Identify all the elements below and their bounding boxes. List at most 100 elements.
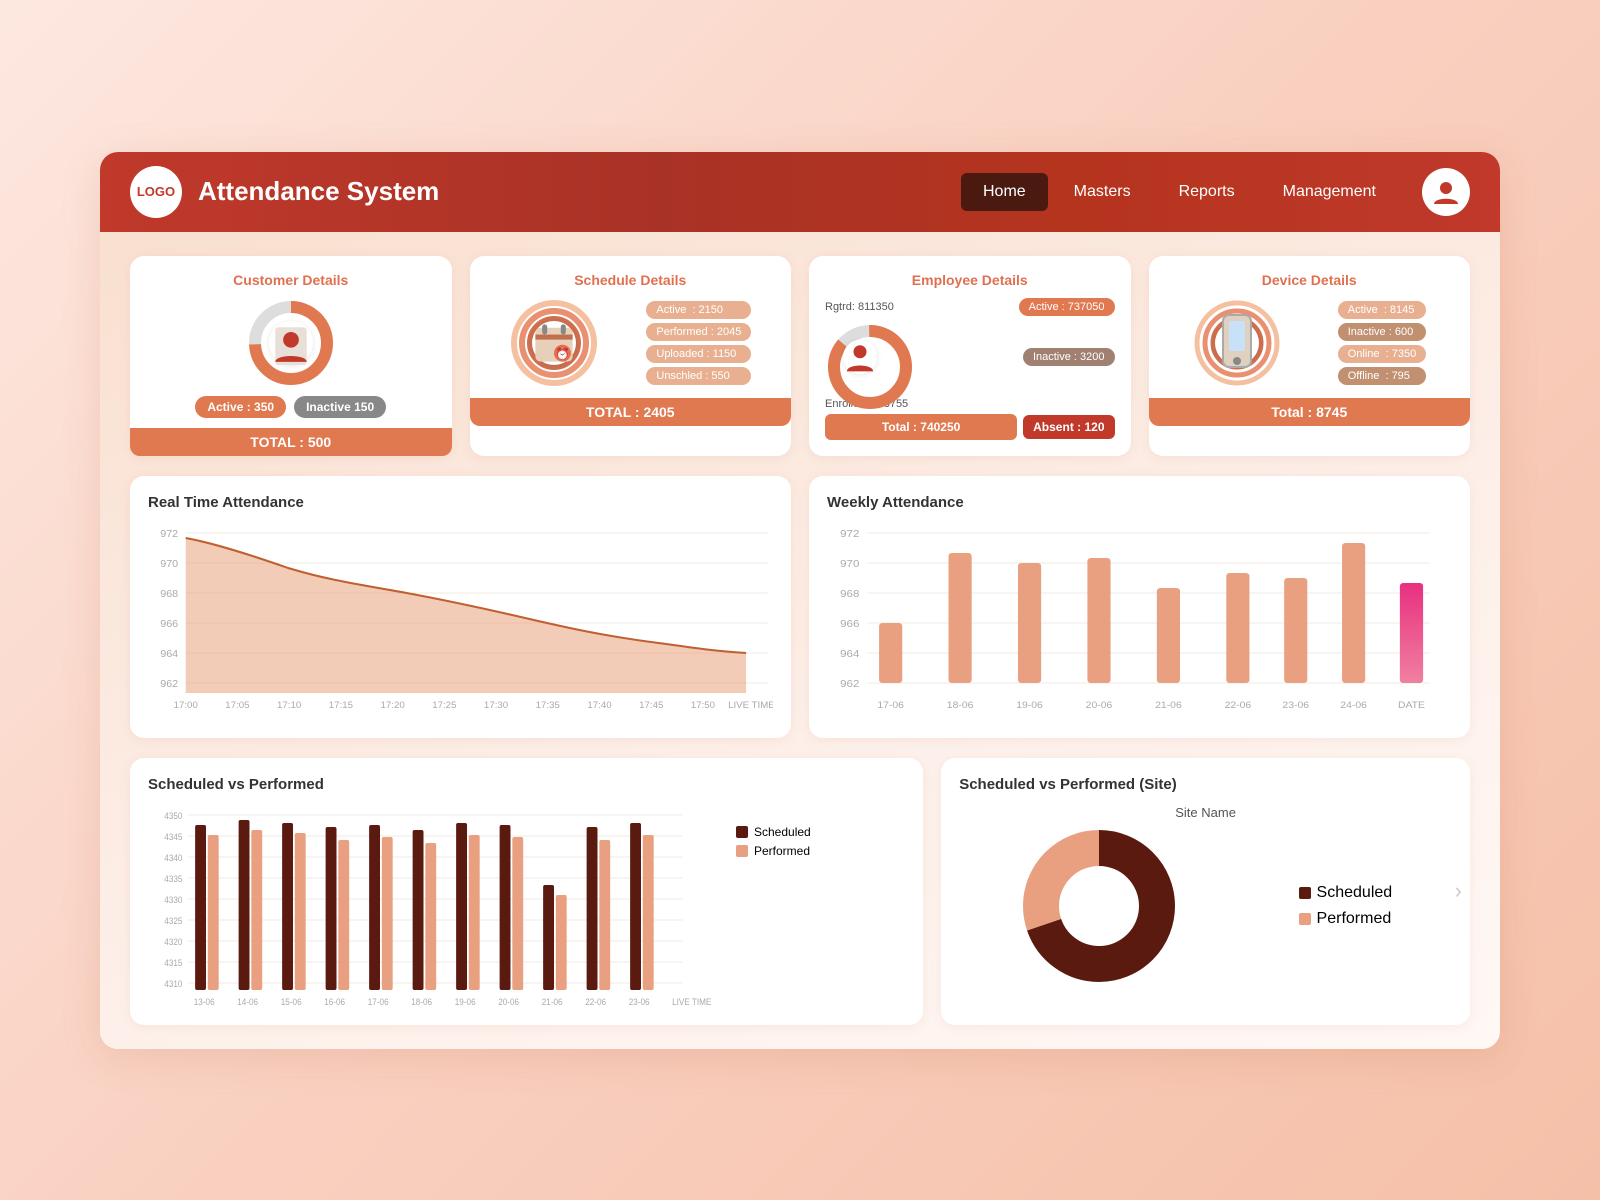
customer-card: Customer Details [130, 256, 452, 456]
device-donut [1192, 298, 1282, 388]
nav-management[interactable]: Management [1261, 173, 1398, 211]
summary-cards: Customer Details [130, 256, 1470, 456]
svg-text:972: 972 [160, 529, 178, 540]
svg-text:966: 966 [840, 618, 859, 629]
site-legend-scheduled: Scheduled [1299, 884, 1393, 902]
site-legend-performed: Performed [1299, 910, 1393, 928]
svg-text:17:25: 17:25 [432, 700, 456, 710]
svg-text:17:40: 17:40 [587, 700, 611, 710]
scheduled-chart-title: Scheduled vs Performed [148, 776, 905, 793]
employee-title: Employee Details [825, 272, 1115, 288]
svg-text:21-06: 21-06 [1155, 700, 1182, 710]
nav-reports[interactable]: Reports [1157, 173, 1257, 211]
svg-text:4330: 4330 [164, 894, 182, 904]
svg-text:962: 962 [160, 679, 178, 690]
svg-text:21-06: 21-06 [542, 996, 563, 1006]
svg-text:LIVE TIME: LIVE TIME [672, 996, 712, 1006]
svg-text:966: 966 [160, 619, 178, 630]
app-title: Attendance System [198, 176, 961, 207]
svg-text:17-06: 17-06 [877, 700, 904, 710]
user-avatar[interactable] [1422, 168, 1470, 216]
main-nav: Home Masters Reports Management [961, 173, 1398, 211]
legend-scheduled: Scheduled [736, 825, 811, 839]
site-chart-next-arrow[interactable]: › [1455, 878, 1462, 904]
svg-text:⏰: ⏰ [555, 346, 570, 361]
customer-title: Customer Details [146, 272, 436, 288]
device-inactive: Inactive : 600 [1338, 323, 1427, 341]
svg-text:20-06: 20-06 [498, 996, 519, 1006]
site-donut-title: Site Name [959, 805, 1452, 820]
svg-text:4325: 4325 [164, 915, 182, 925]
svg-text:23-06: 23-06 [629, 996, 650, 1006]
svg-text:964: 964 [840, 648, 859, 659]
svg-text:962: 962 [840, 678, 859, 689]
employee-total: Total : 740250 [825, 414, 1017, 440]
svg-text:964: 964 [160, 649, 178, 660]
header: LOGO Attendance System Home Masters Repo… [100, 152, 1500, 232]
device-body: Active : 8145 Inactive : 600 Online : 73… [1165, 298, 1455, 388]
svg-text:968: 968 [160, 589, 178, 600]
schedule-total: TOTAL : 2405 [470, 398, 792, 426]
svg-text:14-06: 14-06 [237, 996, 258, 1006]
site-chart-card: Scheduled vs Performed (Site) Site Name [941, 758, 1470, 1025]
employee-icon [843, 340, 877, 374]
svg-text:4340: 4340 [164, 852, 182, 862]
schedule-stat-active: Active : 2150 [646, 301, 751, 319]
svg-text:4310: 4310 [164, 978, 182, 988]
site-chart-title: Scheduled vs Performed (Site) [959, 776, 1452, 793]
schedule-body: ⏰ Active : 2150 Performed : 2045 Uploade… [486, 298, 776, 388]
charts-row-1: Real Time Attendance 972 970 968 966 964… [130, 476, 1470, 738]
scheduled-chart-card: Scheduled vs Performed 4350 4345 4340 43… [130, 758, 923, 1025]
device-active: Active : 8145 [1338, 301, 1427, 319]
schedule-stat-uploaded: Uploaded : 1150 [646, 345, 751, 363]
svg-text:18-06: 18-06 [947, 700, 974, 710]
svg-text:17:10: 17:10 [277, 700, 301, 710]
schedule-stat-unschled: Unschled : 550 [646, 367, 751, 385]
schedule-stat-performed: Performed : 2045 [646, 323, 751, 341]
svg-text:23-06: 23-06 [1282, 700, 1309, 710]
svg-text:972: 972 [840, 528, 859, 539]
device-offline: Offline : 795 [1338, 367, 1427, 385]
svg-text:19-06: 19-06 [455, 996, 476, 1006]
svg-text:LIVE TIME: LIVE TIME [728, 700, 773, 710]
logo: LOGO [130, 166, 182, 218]
customer-icon [269, 321, 313, 365]
svg-text:18-06: 18-06 [411, 996, 432, 1006]
svg-text:17:05: 17:05 [225, 700, 249, 710]
employee-inactive-pill: Inactive : 3200 [1023, 348, 1115, 366]
employee-donut [825, 322, 895, 392]
customer-active-badge: Active : 350 [195, 396, 286, 418]
schedule-card: Schedule Details [470, 256, 792, 456]
realtime-chart-area: 972 970 968 966 964 962 [148, 523, 773, 728]
svg-text:16-06: 16-06 [324, 996, 345, 1006]
nav-masters[interactable]: Masters [1052, 173, 1153, 211]
nav-home[interactable]: Home [961, 173, 1048, 211]
site-donut [1019, 826, 1179, 986]
weekly-chart-area: 972 970 968 966 964 962 [827, 523, 1452, 728]
device-online: Online : 7350 [1338, 345, 1427, 363]
legend-performed-dot [736, 845, 748, 857]
device-icon [1215, 321, 1259, 365]
employee-active-pill: Active : 737050 [1019, 298, 1115, 316]
svg-text:15-06: 15-06 [281, 996, 302, 1006]
site-legend-performed-dot [1299, 913, 1311, 925]
device-title: Device Details [1165, 272, 1455, 288]
svg-text:4335: 4335 [164, 873, 182, 883]
customer-badges: Active : 350 Inactive 150 [146, 396, 436, 418]
site-chart-body: Scheduled Performed [959, 826, 1452, 986]
svg-text:4320: 4320 [164, 936, 182, 946]
legend-scheduled-dot [736, 826, 748, 838]
svg-text:17:30: 17:30 [484, 700, 508, 710]
svg-text:17:20: 17:20 [380, 700, 404, 710]
svg-text:970: 970 [160, 559, 178, 570]
weekly-chart-card: Weekly Attendance 972 970 968 966 964 96… [809, 476, 1470, 738]
svg-text:4350: 4350 [164, 810, 182, 820]
svg-text:DATE: DATE [1398, 700, 1426, 710]
customer-inactive-badge: Inactive 150 [294, 396, 386, 418]
weekly-chart-title: Weekly Attendance [827, 494, 1452, 511]
svg-text:968: 968 [840, 588, 859, 599]
svg-text:22-06: 22-06 [1225, 700, 1252, 710]
site-legend-scheduled-dot [1299, 887, 1311, 899]
device-card: Device Details [1149, 256, 1471, 456]
svg-text:17-06: 17-06 [368, 996, 389, 1006]
